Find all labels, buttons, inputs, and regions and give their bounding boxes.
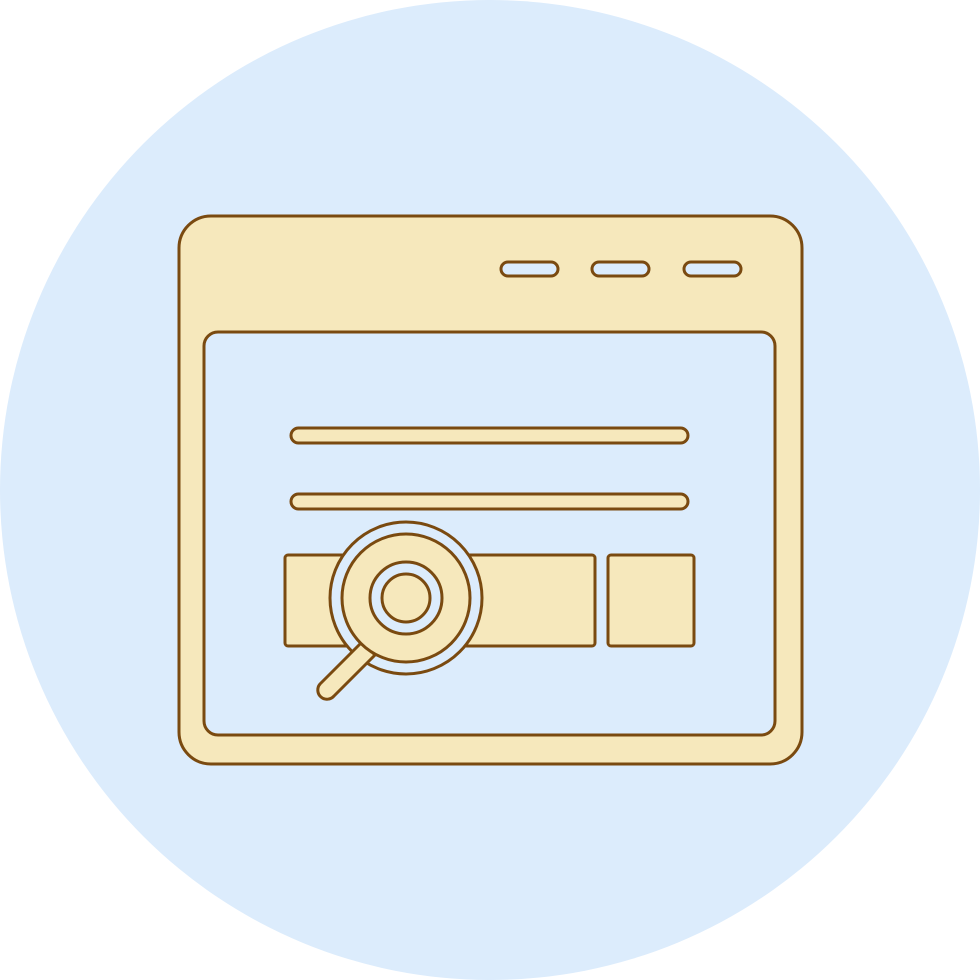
window-control-dash xyxy=(590,260,651,278)
window-control-dash xyxy=(682,260,743,278)
web-search-icon xyxy=(0,0,980,980)
window-control-dash xyxy=(499,260,560,278)
text-line xyxy=(289,492,690,511)
window-controls xyxy=(499,260,743,278)
text-line xyxy=(289,426,690,445)
magnifier-lens-glass xyxy=(380,572,432,624)
icon-canvas xyxy=(0,0,980,980)
browser-content-area xyxy=(202,330,777,737)
search-button-shape xyxy=(606,553,696,648)
